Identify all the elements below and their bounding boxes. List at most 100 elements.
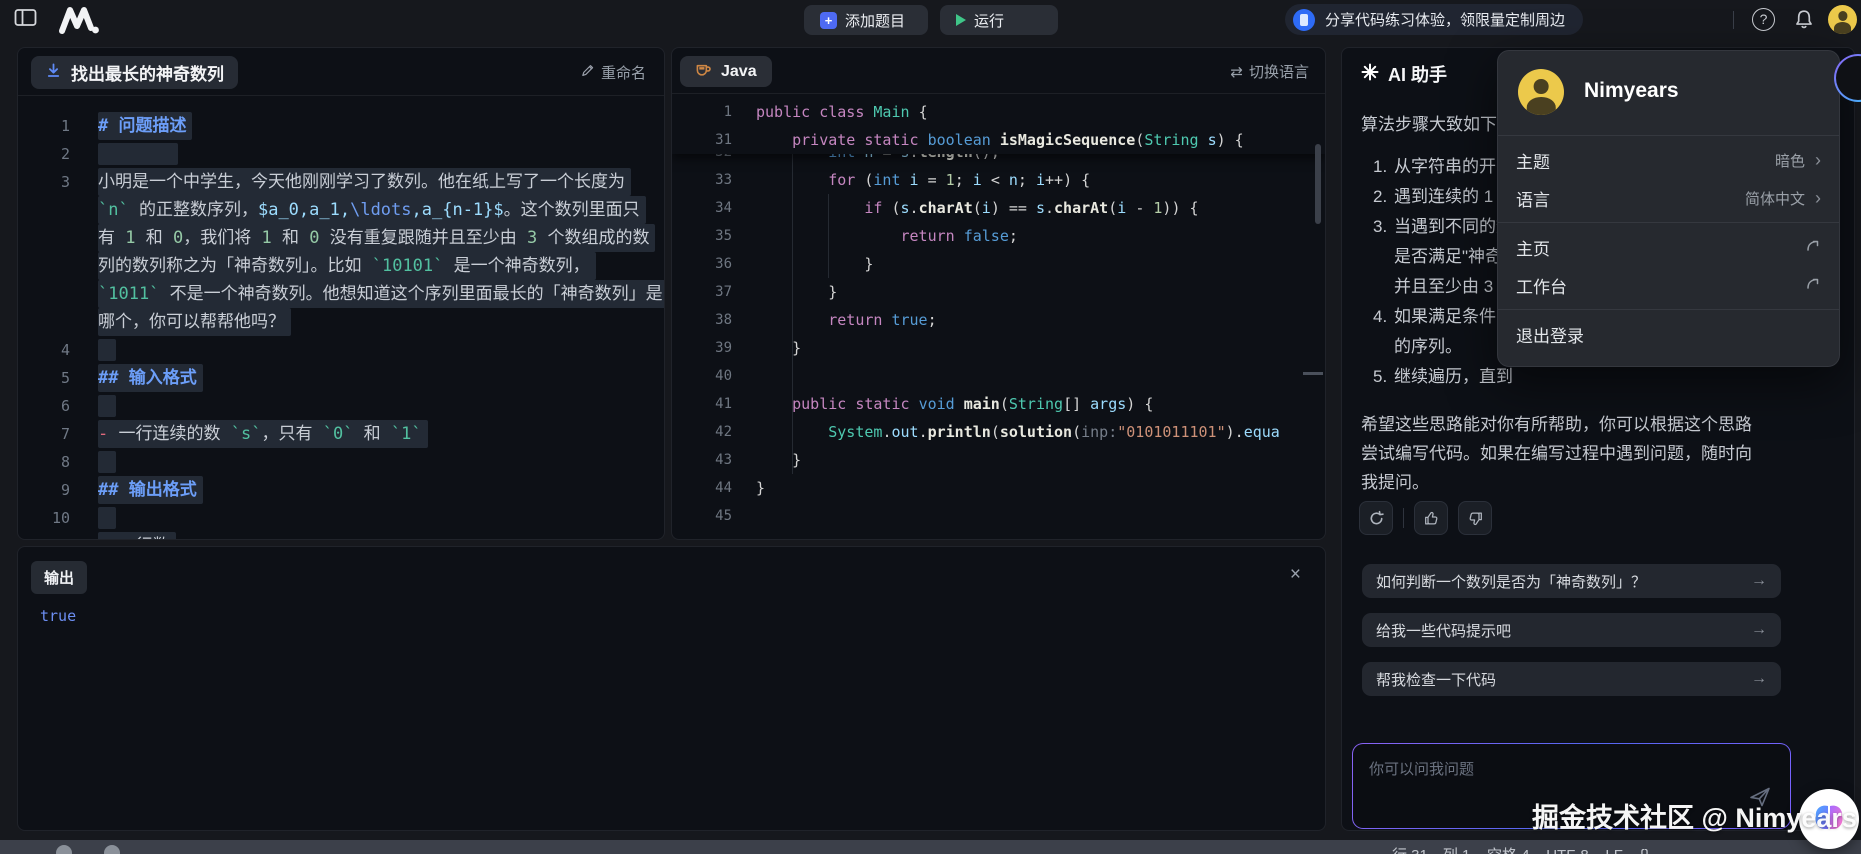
menu-item-workspace[interactable]: 工作台 <box>1498 266 1839 304</box>
problem-line-text: - 一行连续的数 `s`，只有 `0` 和 `1` <box>98 420 428 448</box>
run-button[interactable]: 运行 <box>940 5 1058 35</box>
code-line-text: System.out.println(solution(inp:"0101011… <box>756 418 1280 446</box>
step-text: 从字符串的开头 <box>1394 152 1513 182</box>
suggestion-chip[interactable]: 给我一些代码提示吧→ <box>1362 613 1781 647</box>
menu-item-theme[interactable]: 主题 暗色 › <box>1498 141 1839 179</box>
code-line: 42 System.out.println(solution(inp:"0101… <box>672 418 1325 446</box>
suggestion-chip[interactable]: 如何判断一个数列是否为「神奇数列」？→ <box>1362 564 1781 598</box>
pencil-icon <box>580 63 595 82</box>
ai-assistant-title: AI 助手 <box>1388 61 1447 87</box>
problem-line: 3小明是一个中学生，今天他刚刚学习了数列。他在纸上写了一个长度为 <box>18 168 664 196</box>
download-icon <box>45 62 62 84</box>
line-number: 3 <box>18 168 70 196</box>
problem-line-text: ## 输出格式 <box>98 476 203 504</box>
language-tab-java[interactable]: Java <box>680 56 772 87</box>
code-line-text: public static void main(String[] args) { <box>756 390 1153 418</box>
line-number: 1 <box>672 98 732 126</box>
marscode-logo-icon[interactable] <box>56 5 100 40</box>
problem-panel-header: 找出最长的神奇数列 重命名 <box>18 48 664 96</box>
step-marker: 4. <box>1373 302 1387 332</box>
menu-item-language[interactable]: 语言 简体中文 › <box>1498 179 1839 217</box>
line-number: 39 <box>672 334 732 362</box>
ai-message-intro: 算法步骤大致如下： <box>1361 110 1514 135</box>
line-number: 1 <box>18 112 70 140</box>
add-question-label: 添加题目 <box>845 10 905 31</box>
problem-line-text <box>98 140 178 168</box>
external-link-icon <box>1805 275 1821 296</box>
problem-line-text <box>98 336 116 364</box>
theme-value: 暗色 <box>1775 150 1805 171</box>
sparkle-icon <box>1361 63 1379 86</box>
thumbs-up-button[interactable] <box>1414 501 1448 535</box>
code-line: 38 return true; <box>672 306 1325 334</box>
problem-title: 找出最长的神奇数列 <box>71 60 224 85</box>
step-text: 如果满足条件， <box>1394 302 1513 332</box>
line-number: 8 <box>18 448 70 476</box>
status-info: 行 31，列 1 空格 4 UTF-8 LF {} <box>1392 844 1650 854</box>
thumbs-down-button[interactable] <box>1458 501 1492 535</box>
close-icon[interactable]: × <box>1290 565 1301 584</box>
app-window: + 添加题目 运行 分享代码练习体验，领限量定制周边 ? 找出最长的神奇数列 <box>0 0 1861 854</box>
add-question-button[interactable]: + 添加题目 <box>804 5 928 35</box>
code-line-text: public class Main { <box>756 98 928 126</box>
problem-editor[interactable]: 1 # 问题描述 23小明是一个中学生，今天他刚刚学习了数列。他在纸上写了一个长度为… <box>18 112 664 540</box>
share-banner-button[interactable]: 分享代码练习体验，领限量定制周边 <box>1285 4 1583 35</box>
chat-input-placeholder: 你可以问我问题 <box>1369 758 1474 779</box>
scroll-marker <box>1303 372 1323 375</box>
suggestion-chip[interactable]: 帮我检查一下代码→ <box>1362 662 1781 696</box>
problem-line-text: ## 输入格式 <box>98 364 203 392</box>
code-line: 45 <box>672 502 1325 530</box>
problem-line: 11- 一行数 <box>18 532 664 540</box>
menu-item-logout[interactable]: 退出登录 <box>1498 315 1839 353</box>
problem-line: 6 <box>18 392 664 420</box>
switch-arrows-icon: ⇄ <box>1230 63 1243 81</box>
inline-math: $a_0,a_1,\ldots,a_{n-1}$ <box>258 200 504 220</box>
code-line-text: } <box>756 278 837 306</box>
dropdown-user-header: Nimyears <box>1498 51 1839 135</box>
code-line: 44} <box>672 474 1325 502</box>
help-button[interactable]: ? <box>1752 8 1775 31</box>
avatar <box>1518 69 1564 115</box>
menu-item-home[interactable]: 主页 <box>1498 228 1839 266</box>
line-number: 11 <box>18 532 70 540</box>
step-text: 当遇到不同的数 <box>1394 212 1513 242</box>
problem-line: 1 # 问题描述 <box>18 112 664 140</box>
code-line-text: } <box>756 474 765 502</box>
problem-line-text <box>98 504 116 532</box>
line-number: 2 <box>18 140 70 168</box>
coffee-cup-icon <box>695 61 712 82</box>
status-icon[interactable] <box>56 845 72 854</box>
code-line-text: return true; <box>756 306 937 334</box>
problem-line: 8 <box>18 448 664 476</box>
line-number: 34 <box>672 194 732 222</box>
language-value: 简体中文 <box>1745 188 1805 209</box>
rename-button[interactable]: 重命名 <box>580 62 646 83</box>
line-number: 45 <box>672 502 732 530</box>
line-number: 6 <box>18 392 70 420</box>
language-label: 语言 <box>1516 186 1550 211</box>
chevron-right-icon: › <box>1815 150 1821 171</box>
switch-language-button[interactable]: ⇄ 切换语言 <box>1230 61 1309 82</box>
problem-line-text: `n` 的正整数序列，$a_0,a_1,\ldots,a_{n-1}$。这个数列… <box>98 196 646 224</box>
problem-line-text <box>98 392 116 420</box>
logout-label: 退出登录 <box>1516 322 1584 347</box>
problem-line-text: 哪个，你可以帮帮他吗？ <box>98 308 291 336</box>
problem-line-text: # 问题描述 <box>98 112 192 140</box>
code-editor[interactable]: 32 int n = s.length();33 for (int i = 1;… <box>672 94 1325 539</box>
regenerate-button[interactable] <box>1359 501 1393 535</box>
status-icon[interactable] <box>104 845 120 854</box>
code-panel: Java ⇄ 切换语言 32 int n = s.length();33 for… <box>671 47 1326 540</box>
user-avatar[interactable] <box>1828 5 1857 34</box>
step-marker: 1. <box>1373 152 1387 182</box>
notifications-bell-icon[interactable] <box>1794 9 1814 35</box>
arrow-right-icon: → <box>1751 572 1767 590</box>
plus-icon: + <box>820 12 837 29</box>
code-line-text: } <box>756 446 801 474</box>
code-line: 31 private static boolean isMagicSequenc… <box>672 126 1325 154</box>
code-scrollbar-thumb[interactable] <box>1315 144 1321 224</box>
step-text: 的序列。 <box>1394 332 1462 362</box>
layout-toggle-icon[interactable] <box>14 8 37 33</box>
indent-guide <box>792 138 793 474</box>
output-tab[interactable]: 输出 <box>31 561 87 594</box>
problem-title-tab[interactable]: 找出最长的神奇数列 <box>31 56 238 89</box>
